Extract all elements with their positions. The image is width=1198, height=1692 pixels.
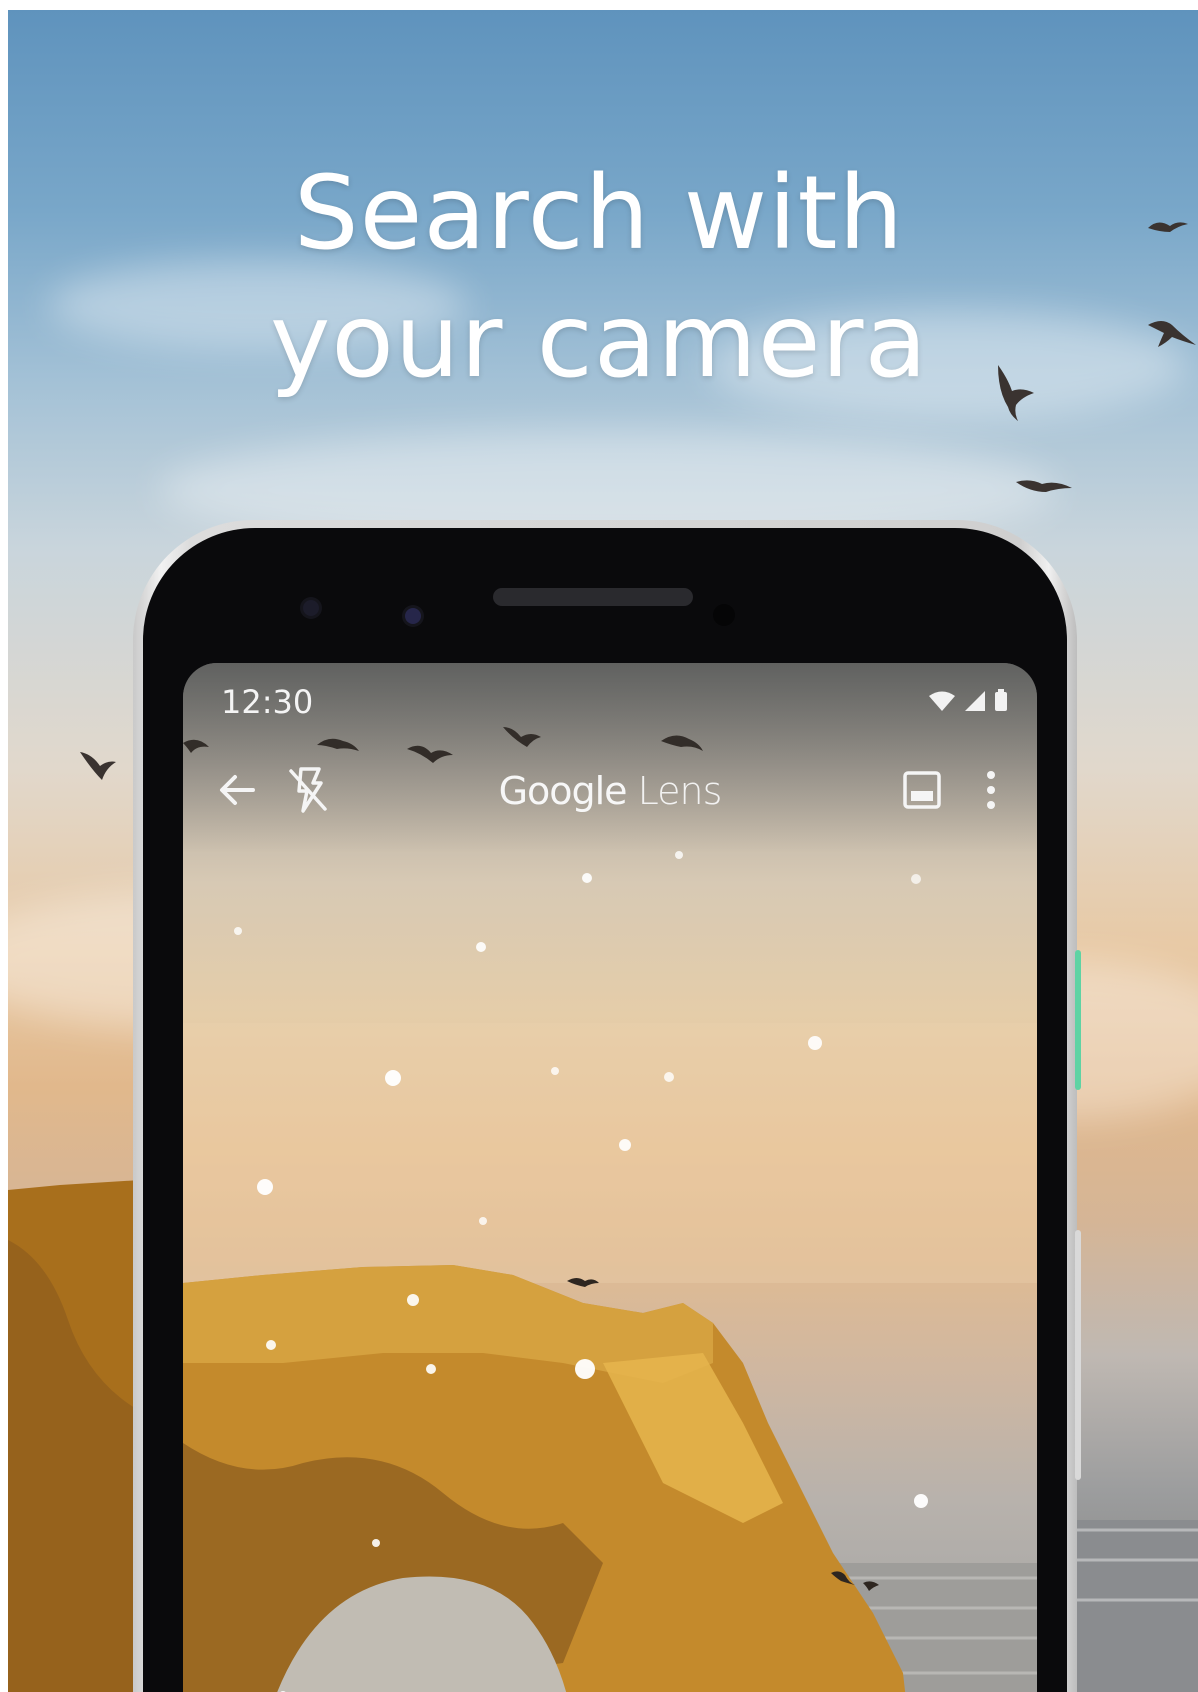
front-camera: [405, 608, 421, 624]
app-title-brand: Google: [498, 769, 628, 813]
status-time: 12:30: [221, 683, 314, 721]
phone-bezel: 12:30 Google Lens: [143, 528, 1067, 1692]
power-button: [1075, 950, 1081, 1090]
more-vert-icon[interactable]: [979, 765, 1003, 815]
app-title-product: Lens: [637, 769, 723, 813]
sea-right: [1077, 1520, 1198, 1692]
wifi-icon: [929, 691, 955, 715]
ambient-sensor: [713, 604, 735, 626]
status-icons: [929, 689, 1007, 715]
promo-screenshot: Search with your camera 12:30 Google Len…: [0, 0, 1198, 1692]
image-gallery-icon[interactable]: [899, 767, 945, 813]
headline-line-2: your camera: [270, 282, 928, 401]
proximity-sensor: [303, 600, 319, 616]
signal-icon: [965, 691, 985, 715]
earpiece-speaker: [493, 588, 693, 606]
headline-line-1: Search with: [293, 154, 905, 273]
phone-device: 12:30 Google Lens: [133, 520, 1081, 1692]
phone-screen: 12:30 Google Lens: [183, 663, 1037, 1692]
lens-toolbar: Google Lens: [183, 755, 1037, 825]
headline: Search with your camera: [0, 150, 1198, 406]
battery-icon: [995, 689, 1007, 715]
volume-button: [1075, 1230, 1081, 1480]
